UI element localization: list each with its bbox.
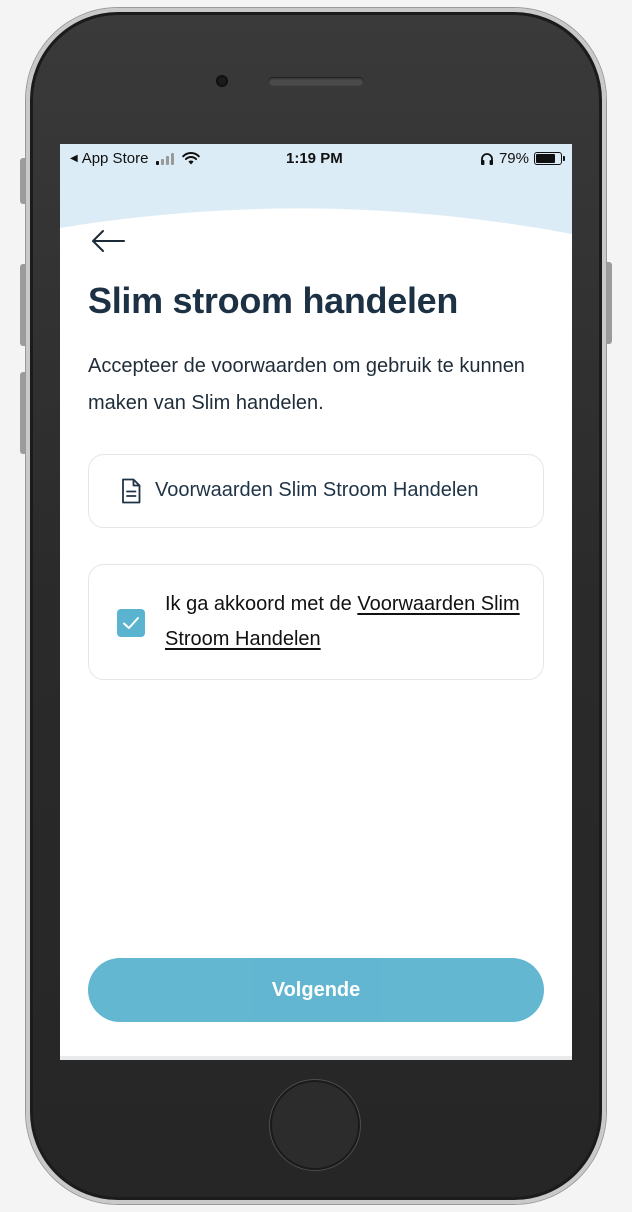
terms-document-label: Voorwaarden Slim Stroom Handelen xyxy=(155,479,479,501)
cellular-signal-icon xyxy=(156,152,175,165)
battery-level xyxy=(536,154,555,163)
page-title: Slim stroom handelen xyxy=(88,280,459,321)
checkmark-icon xyxy=(123,617,139,629)
header-wave xyxy=(60,208,572,244)
status-time: 1:19 PM xyxy=(286,150,343,167)
back-button[interactable] xyxy=(90,228,130,262)
status-right-group: 79% xyxy=(480,150,565,167)
agreement-text: Ik ga akkoord met de Voorwaarden Slim St… xyxy=(165,587,529,657)
back-triangle-icon: ◀ xyxy=(70,153,78,164)
battery-icon xyxy=(534,152,565,165)
page-description: Accepteer de voorwaarden om gebruik te k… xyxy=(88,355,525,414)
screen-bottom-edge xyxy=(60,1056,572,1060)
earpiece-speaker xyxy=(268,77,364,86)
headphones-icon xyxy=(480,152,493,165)
status-back-to-app[interactable]: ◀ App Store xyxy=(70,150,201,167)
agreement-card: Ik ga akkoord met de Voorwaarden Slim St… xyxy=(88,564,544,680)
app-screen: ◀ App Store 1:19 PM 79% Slim stroom hand… xyxy=(60,144,572,1060)
terms-document-link[interactable]: Voorwaarden Slim Stroom Handelen xyxy=(88,454,544,528)
wifi-icon xyxy=(182,152,201,165)
home-button[interactable] xyxy=(270,1080,360,1170)
agreement-prefix: Ik ga akkoord met de xyxy=(165,593,352,615)
front-camera xyxy=(216,75,228,87)
document-icon xyxy=(122,478,141,504)
battery-percentage: 79% xyxy=(498,150,529,167)
next-button[interactable]: Volgende xyxy=(88,958,544,1022)
status-bar: ◀ App Store 1:19 PM 79% xyxy=(60,144,572,172)
back-app-label: App Store xyxy=(81,150,149,167)
arrow-left-icon xyxy=(92,230,125,252)
agree-checkbox[interactable] xyxy=(117,609,145,637)
